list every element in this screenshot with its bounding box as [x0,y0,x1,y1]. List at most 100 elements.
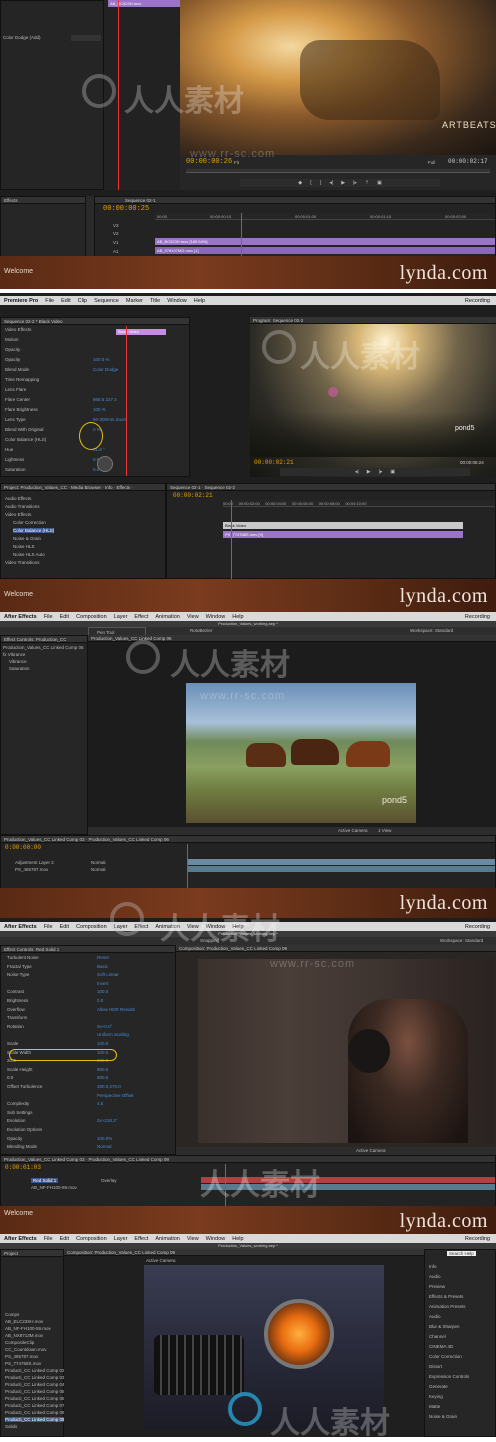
menu-view[interactable]: View [187,614,199,620]
effects-tree-item[interactable]: Audio Effects [5,496,31,501]
step-forward-icon[interactable]: |▸ [353,180,357,186]
project-item[interactable]: AB_NX8713M.mov [5,1333,43,1338]
clip-black-video[interactable]: Black Video [223,522,463,529]
menu-window[interactable]: Window [167,298,187,304]
effect-value[interactable]: 868.5 227.4 [93,397,117,402]
effects-tree-item[interactable]: Noise & Grain [13,536,41,541]
layer-2[interactable]: PS_485787.mov [15,867,48,872]
menu-help[interactable]: Help [232,924,243,930]
project-item[interactable]: Comps [5,1312,19,1317]
view-dropdown[interactable]: Active Camera [338,828,368,833]
layer-1-mode[interactable]: Normal [91,860,106,865]
effects-tab[interactable]: Effects [1,197,85,204]
effects-category[interactable]: CINEMA 4D [429,1344,453,1349]
step-back-icon[interactable]: ◂| [355,469,359,475]
effects-category[interactable]: Audio [429,1274,441,1279]
project-item[interactable]: CompositeClip [5,1340,34,1345]
effect-playhead[interactable] [126,326,127,476]
menu-clip[interactable]: Clip [78,298,87,304]
menu-view[interactable]: View [187,1236,199,1242]
effect-value[interactable]: 480.0,270.0 [97,1084,121,1089]
timeline-ruler[interactable]: 00:00 00:00:00:15 00:00:01:00 00:00:01:1… [155,213,495,220]
effects-tree-item[interactable]: Noise HLS [13,544,35,549]
blend-dropdown[interactable] [71,35,101,41]
effects-category[interactable]: Matte [429,1404,440,1409]
menu-layer[interactable]: Layer [114,1236,128,1242]
menu-effect[interactable]: Effect [134,614,148,620]
project-item[interactable]: Producti_CC Linked Comp 07 [5,1403,65,1408]
effect-value[interactable]: 4.5 [97,1101,103,1106]
black-video-clip[interactable]: Black Video [116,329,166,335]
effects-category[interactable]: Preview [429,1284,445,1289]
effects-tree-item[interactable]: Color Correction [13,520,46,525]
menu-view[interactable]: View [187,924,199,930]
menu-composition[interactable]: Composition [76,1236,107,1242]
snapping-checkbox[interactable]: Snapping [200,938,219,943]
project-item[interactable]: Producti_CC Linked Comp 08 [5,1410,65,1415]
mark-out-icon[interactable]: } [320,180,322,186]
effect-value[interactable]: Normal [97,1144,112,1149]
timeline-tab[interactable]: Sequence 02-1 · Sequence 02-2 [167,484,495,491]
clip-ps[interactable]: PS_774768S.mov [V] [223,531,463,538]
export-frame-icon[interactable]: ▣ [377,180,382,186]
effect-value[interactable]: 600.0 [97,1075,108,1080]
effect-value[interactable]: 0x+0.0° [97,1024,112,1029]
project-item[interactable]: Producti_CC Linked Comp 06 [5,1396,65,1401]
timeline-clip-v1[interactable]: AB_978107MG.mov [1] [155,247,495,254]
project-item[interactable]: Producti_CC Linked Comp 05 [5,1389,65,1394]
effect-value[interactable]: Color Dodge [93,367,118,372]
menu-window[interactable]: Window [206,1236,226,1242]
menu-edit[interactable]: Edit [61,298,70,304]
views-dropdown[interactable]: 1 View [378,828,391,833]
program-tab[interactable]: Program: Sequence 02-2 [250,317,496,324]
layer-bar-1[interactable] [187,859,495,865]
timeline-playhead[interactable] [241,213,242,258]
effect-value[interactable]: 100.0% [97,1136,112,1141]
effects-category[interactable]: Keying [429,1394,443,1399]
menu-help[interactable]: Help [232,614,243,620]
play-icon[interactable]: ▶ [341,180,345,186]
comp-tab[interactable]: Composition: Production_Values_CC Linked… [176,945,496,952]
effects-category[interactable]: Effects & Presets [429,1294,463,1299]
menu-app[interactable]: After Effects [4,924,37,930]
effect-value[interactable]: 800.0 [97,1067,108,1072]
timeline-clip-v2[interactable]: AB_BC523H.mov [189.54%] [155,238,495,245]
menu-file[interactable]: File [44,1236,53,1242]
layer-2-mode[interactable]: Normal [91,867,106,872]
project-tab[interactable]: Project [1,1250,63,1257]
effect-value[interactable]: Perspective Offset [97,1093,134,1098]
scrubber[interactable] [186,169,490,173]
timeline-tabs[interactable]: Production_Values_CC Linked Comp 03 · Pr… [1,1156,495,1163]
project-item[interactable]: Producti_CC Linked Comp 04 [5,1382,65,1387]
effect-value[interactable]: 100.0 [97,1041,108,1046]
layer-1[interactable]: Adjustment Layer 2 [15,860,54,865]
effect-value[interactable]: Basic [97,964,108,969]
menu-effect[interactable]: Effect [134,924,148,930]
effects-tree-item[interactable]: Video Effects [5,512,31,517]
play-icon[interactable]: ▶ [367,469,371,475]
effects-category[interactable]: Noise & Grain [429,1414,457,1419]
effects-category[interactable]: Color Correction [429,1354,462,1359]
effects-category[interactable]: Expression Controls [429,1374,469,1379]
view-dropdown[interactable]: Active Camera [356,1148,386,1153]
effects-category[interactable]: Audio [429,1314,441,1319]
effects-category[interactable]: Blur & Sharpen [429,1324,460,1329]
effect-value[interactable]: 0.0 [97,998,103,1003]
timeline-playhead[interactable] [225,1164,226,1210]
layer-red-solid[interactable]: Red Solid 1 [31,1178,59,1183]
effects-category[interactable]: Animation Presets [429,1304,466,1309]
menu-window[interactable]: Window [206,614,226,620]
menu-composition[interactable]: Composition [76,924,107,930]
effects-tree-item[interactable]: Audio Transitions [5,504,40,509]
effect-value[interactable]: Allow HDR Results [97,1007,135,1012]
menu-file[interactable]: File [44,614,53,620]
search-help[interactable]: Search Help [447,1251,476,1256]
effect-value[interactable]: Invert [97,981,108,986]
project-item[interactable]: Producti_CC Linked Comp 03 [5,1375,65,1380]
effect-controls-tab[interactable]: Effect Controls: Production_CC [1,636,87,643]
project-item[interactable]: Producti_CC Linked Comp 09 [5,1417,65,1422]
menu-layer[interactable]: Layer [114,614,128,620]
layer-bar-2[interactable] [187,866,495,872]
menu-file[interactable]: File [44,924,53,930]
effects-category[interactable]: Distort [429,1364,442,1369]
